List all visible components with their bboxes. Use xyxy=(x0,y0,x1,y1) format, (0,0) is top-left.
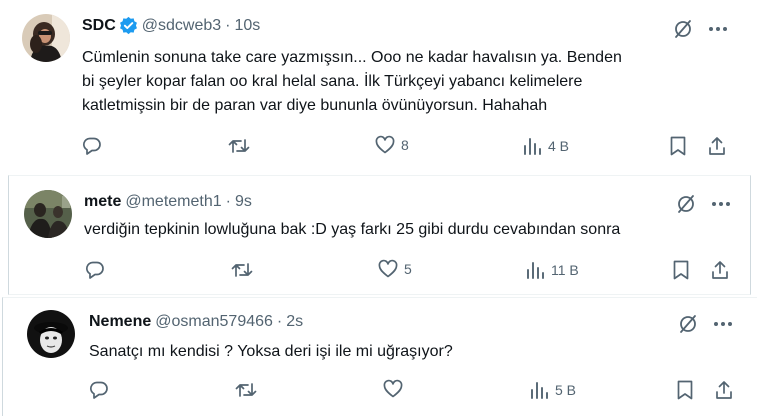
share-button[interactable] xyxy=(715,380,733,400)
avatar[interactable] xyxy=(27,310,75,358)
reply-button[interactable] xyxy=(89,380,109,400)
retweet-button[interactable] xyxy=(231,260,253,280)
views-count: 5 B xyxy=(555,382,577,398)
reply-feed: SDC @sdcweb3 · 10s Cümlenin sonuna take … xyxy=(0,0,757,416)
reply-button[interactable] xyxy=(85,260,105,280)
display-name[interactable]: SDC xyxy=(82,17,116,35)
tweet-corner-actions xyxy=(676,194,732,214)
timestamp[interactable]: 2s xyxy=(286,313,303,331)
views-button[interactable]: 11 B xyxy=(525,260,579,280)
bookmark-button[interactable] xyxy=(673,260,689,280)
bookmark-icon xyxy=(677,380,693,400)
like-icon xyxy=(378,259,398,278)
timestamp[interactable]: 10s xyxy=(235,17,261,35)
like-count: 8 xyxy=(401,137,409,153)
separator-dot: · xyxy=(225,16,231,34)
tweet[interactable]: Nemene @osman579466 · 2s Sanatçı mı kend… xyxy=(2,297,757,416)
display-name[interactable]: mete xyxy=(84,193,121,211)
like-button[interactable]: 5 xyxy=(378,259,412,278)
user-handle[interactable]: @osman579466 xyxy=(155,313,273,331)
tweet-text-line: verdiğin tepkinin lowluğuna bak :D yaş f… xyxy=(84,221,621,238)
retweet-button[interactable] xyxy=(235,380,257,400)
tweet[interactable]: mete @metemeth1 · 9s verdiğin tepkinin l… xyxy=(8,175,751,295)
more-icon[interactable] xyxy=(707,19,729,39)
share-button[interactable] xyxy=(711,260,729,280)
tweet-text-line: katletmişsin bir de paran var diye bunun… xyxy=(82,97,548,114)
bookmark-button[interactable] xyxy=(677,380,693,400)
bookmark-button[interactable] xyxy=(670,136,686,156)
reply-icon xyxy=(85,261,104,279)
tweet-text-line: Cümlenin sonuna take care yazmışsın... O… xyxy=(82,49,622,66)
tweet-text: Cümlenin sonuna take care yazmışsın... O… xyxy=(82,46,622,118)
share-icon xyxy=(712,261,728,279)
timestamp[interactable]: 9s xyxy=(235,193,252,211)
like-icon xyxy=(375,135,395,154)
tweet-text-line: bi şeyler kopar falan oo kral helal sana… xyxy=(82,73,583,90)
user-handle[interactable]: @metemeth1 xyxy=(125,193,221,211)
tweet-corner-actions xyxy=(678,314,734,334)
more-icon[interactable] xyxy=(712,314,734,334)
grok-icon[interactable] xyxy=(678,314,698,334)
tweet-header: mete @metemeth1 · 9s xyxy=(84,193,252,211)
retweet-icon xyxy=(228,139,250,153)
reply-button[interactable] xyxy=(82,136,102,156)
views-count: 11 B xyxy=(551,262,579,278)
reply-icon xyxy=(89,381,108,399)
like-button[interactable] xyxy=(383,379,403,398)
reply-icon xyxy=(82,137,101,155)
share-button[interactable] xyxy=(708,136,726,156)
views-icon xyxy=(524,138,541,155)
retweet-icon xyxy=(231,263,253,277)
share-icon xyxy=(709,137,725,155)
views-count: 4 B xyxy=(548,138,570,154)
views-button[interactable]: 5 B xyxy=(529,380,576,400)
like-icon xyxy=(383,379,403,398)
like-button[interactable]: 8 xyxy=(375,135,409,154)
tweet-corner-actions xyxy=(673,19,729,39)
tweet-text-line: Sanatçı mı kendisi ? Yoksa deri işi ile … xyxy=(89,343,453,360)
separator-dot: · xyxy=(225,193,231,210)
retweet-icon xyxy=(235,383,257,397)
views-button[interactable]: 4 B xyxy=(522,136,569,156)
verified-badge-icon xyxy=(119,16,138,35)
avatar[interactable] xyxy=(24,190,72,238)
grok-icon[interactable] xyxy=(676,194,696,214)
bookmark-icon xyxy=(670,136,686,156)
tweet-header: Nemene @osman579466 · 2s xyxy=(89,313,303,331)
views-icon xyxy=(527,262,544,279)
avatar[interactable] xyxy=(22,14,70,62)
more-icon[interactable] xyxy=(710,194,732,214)
action-bar: 5 11 B xyxy=(9,259,750,284)
tweet-header: SDC @sdcweb3 · 10s xyxy=(82,16,260,35)
separator-dot: · xyxy=(276,313,283,330)
user-handle[interactable]: @sdcweb3 xyxy=(142,17,221,35)
action-bar: 8 4 B xyxy=(0,135,757,160)
tweet-text: Sanatçı mı kendisi ? Yoksa deri işi ile … xyxy=(89,340,453,364)
views-icon xyxy=(531,382,548,399)
like-count: 5 xyxy=(404,261,412,277)
tweet[interactable]: SDC @sdcweb3 · 10s Cümlenin sonuna take … xyxy=(0,0,757,172)
bookmark-icon xyxy=(673,260,689,280)
tweet-text: verdiğin tepkinin lowluğuna bak :D yaş f… xyxy=(84,218,620,242)
grok-icon[interactable] xyxy=(673,19,693,39)
share-icon xyxy=(716,381,732,399)
retweet-button[interactable] xyxy=(228,136,250,156)
display-name[interactable]: Nemene xyxy=(89,313,151,331)
action-bar: 5 B xyxy=(3,379,757,404)
